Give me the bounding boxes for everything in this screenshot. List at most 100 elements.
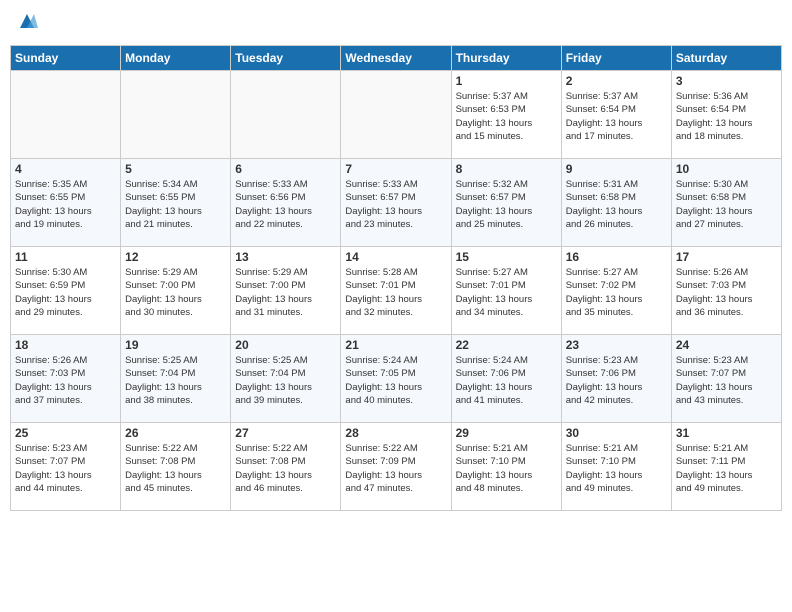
day-info: Sunrise: 5:23 AM Sunset: 7:06 PM Dayligh… [566,354,667,407]
day-number: 25 [15,426,116,440]
day-number: 23 [566,338,667,352]
day-info: Sunrise: 5:30 AM Sunset: 6:58 PM Dayligh… [676,178,777,231]
calendar-cell-w0-d6: 3Sunrise: 5:36 AM Sunset: 6:54 PM Daylig… [671,71,781,159]
day-number: 4 [15,162,116,176]
calendar-cell-w2-d2: 13 Sunrise: 5:29 AM Sunset: 7:00 PM Dayli… [231,247,341,335]
day-info: Sunrise: 5:30 AM Sunset: 6:59 PM Dayligh… [15,266,116,319]
day-number: 3 [676,74,777,88]
day-info: Sunrise: 5:33 AM Sunset: 6:57 PM Dayligh… [345,178,446,231]
day-info: Sunrise: 5:25 AM Sunset: 7:04 PM Dayligh… [125,354,226,407]
day-info: Sunrise: 5:27 AM Sunset: 7:02 PM Dayligh… [566,266,667,319]
day-info: Sunrise: 5:21 AM Sunset: 7:11 PM Dayligh… [676,442,777,495]
weekday-header-thursday: Thursday [451,46,561,71]
calendar-cell-w1-d1: 5 Sunrise: 5:34 AM Sunset: 6:55 PM Daylig… [121,159,231,247]
day-number: 28 [345,426,446,440]
day-info: Sunrise: 5:32 AM Sunset: 6:57 PM Dayligh… [456,178,557,231]
day-number: 10 [676,162,777,176]
day-info: Sunrise: 5:25 AM Sunset: 7:04 PM Dayligh… [235,354,336,407]
day-info: Sunrise: 5:24 AM Sunset: 7:05 PM Dayligh… [345,354,446,407]
day-info: Sunrise: 5:26 AM Sunset: 7:03 PM Dayligh… [15,354,116,407]
day-number: 22 [456,338,557,352]
day-number: 1 [456,74,557,88]
day-number: 26 [125,426,226,440]
logo [14,10,40,37]
day-number: 16 [566,250,667,264]
calendar-cell-w0-d3 [341,71,451,159]
calendar-cell-w3-d2: 20 Sunrise: 5:25 AM Sunset: 7:04 PM Dayli… [231,335,341,423]
day-info: Sunrise: 5:29 AM Sunset: 7:00 PM Dayligh… [235,266,336,319]
calendar-cell-w4-d4: 29 Sunrise: 5:21 AM Sunset: 7:10 PM Dayli… [451,423,561,511]
day-number: 27 [235,426,336,440]
day-number: 5 [125,162,226,176]
calendar-cell-w3-d6: 24 Sunrise: 5:23 AM Sunset: 7:07 PM Dayli… [671,335,781,423]
day-info: Sunrise: 5:33 AM Sunset: 6:56 PM Dayligh… [235,178,336,231]
calendar-cell-w0-d2 [231,71,341,159]
calendar-cell-w2-d1: 12Sunrise: 5:29 AM Sunset: 7:00 PM Dayli… [121,247,231,335]
calendar-cell-w0-d5: 2 Sunrise: 5:37 AM Sunset: 6:54 PM Daylig… [561,71,671,159]
calendar-cell-w1-d5: 9 Sunrise: 5:31 AM Sunset: 6:58 PM Daylig… [561,159,671,247]
day-number: 14 [345,250,446,264]
day-info: Sunrise: 5:22 AM Sunset: 7:08 PM Dayligh… [235,442,336,495]
day-info: Sunrise: 5:21 AM Sunset: 7:10 PM Dayligh… [566,442,667,495]
calendar-cell-w1-d3: 7 Sunrise: 5:33 AM Sunset: 6:57 PM Daylig… [341,159,451,247]
day-number: 24 [676,338,777,352]
day-info: Sunrise: 5:26 AM Sunset: 7:03 PM Dayligh… [676,266,777,319]
day-number: 18 [15,338,116,352]
day-info: Sunrise: 5:23 AM Sunset: 7:07 PM Dayligh… [15,442,116,495]
page-header [10,10,782,37]
calendar-cell-w0-d4: 1Sunrise: 5:37 AM Sunset: 6:53 PM Daylig… [451,71,561,159]
day-number: 2 [566,74,667,88]
day-info: Sunrise: 5:37 AM Sunset: 6:54 PM Dayligh… [566,90,667,143]
day-number: 7 [345,162,446,176]
weekday-header-sunday: Sunday [11,46,121,71]
day-number: 20 [235,338,336,352]
day-info: Sunrise: 5:23 AM Sunset: 7:07 PM Dayligh… [676,354,777,407]
day-number: 21 [345,338,446,352]
calendar-cell-w3-d5: 23 Sunrise: 5:23 AM Sunset: 7:06 PM Dayli… [561,335,671,423]
calendar-cell-w1-d0: 4Sunrise: 5:35 AM Sunset: 6:55 PM Daylig… [11,159,121,247]
calendar-cell-w1-d6: 10 Sunrise: 5:30 AM Sunset: 6:58 PM Dayli… [671,159,781,247]
calendar-table: SundayMondayTuesdayWednesdayThursdayFrid… [10,45,782,511]
day-info: Sunrise: 5:28 AM Sunset: 7:01 PM Dayligh… [345,266,446,319]
day-info: Sunrise: 5:22 AM Sunset: 7:09 PM Dayligh… [345,442,446,495]
day-number: 30 [566,426,667,440]
weekday-header-wednesday: Wednesday [341,46,451,71]
day-info: Sunrise: 5:31 AM Sunset: 6:58 PM Dayligh… [566,178,667,231]
calendar-cell-w3-d0: 18 Sunrise: 5:26 AM Sunset: 7:03 PM Dayli… [11,335,121,423]
day-info: Sunrise: 5:34 AM Sunset: 6:55 PM Dayligh… [125,178,226,231]
day-number: 6 [235,162,336,176]
calendar-cell-w3-d4: 22 Sunrise: 5:24 AM Sunset: 7:06 PM Dayli… [451,335,561,423]
day-info: Sunrise: 5:22 AM Sunset: 7:08 PM Dayligh… [125,442,226,495]
calendar-cell-w2-d0: 11 Sunrise: 5:30 AM Sunset: 6:59 PM Dayli… [11,247,121,335]
calendar-cell-w4-d1: 26 Sunrise: 5:22 AM Sunset: 7:08 PM Dayli… [121,423,231,511]
calendar-cell-w3-d1: 19 Sunrise: 5:25 AM Sunset: 7:04 PM Dayli… [121,335,231,423]
day-info: Sunrise: 5:21 AM Sunset: 7:10 PM Dayligh… [456,442,557,495]
day-number: 17 [676,250,777,264]
day-info: Sunrise: 5:27 AM Sunset: 7:01 PM Dayligh… [456,266,557,319]
calendar-cell-w0-d0 [11,71,121,159]
calendar-cell-w4-d0: 25 Sunrise: 5:23 AM Sunset: 7:07 PM Dayli… [11,423,121,511]
day-number: 9 [566,162,667,176]
day-number: 8 [456,162,557,176]
day-info: Sunrise: 5:24 AM Sunset: 7:06 PM Dayligh… [456,354,557,407]
calendar-cell-w4-d2: 27 Sunrise: 5:22 AM Sunset: 7:08 PM Dayli… [231,423,341,511]
day-number: 15 [456,250,557,264]
calendar-cell-w4-d3: 28 Sunrise: 5:22 AM Sunset: 7:09 PM Dayli… [341,423,451,511]
calendar-cell-w2-d4: 15 Sunrise: 5:27 AM Sunset: 7:01 PM Dayli… [451,247,561,335]
calendar-cell-w2-d3: 14 Sunrise: 5:28 AM Sunset: 7:01 PM Dayli… [341,247,451,335]
weekday-header-monday: Monday [121,46,231,71]
calendar-cell-w4-d5: 30 Sunrise: 5:21 AM Sunset: 7:10 PM Dayli… [561,423,671,511]
day-number: 11 [15,250,116,264]
day-number: 19 [125,338,226,352]
day-number: 13 [235,250,336,264]
weekday-header-saturday: Saturday [671,46,781,71]
calendar-cell-w2-d5: 16 Sunrise: 5:27 AM Sunset: 7:02 PM Dayli… [561,247,671,335]
calendar-cell-w0-d1 [121,71,231,159]
logo-icon [16,10,38,32]
calendar-cell-w1-d4: 8 Sunrise: 5:32 AM Sunset: 6:57 PM Daylig… [451,159,561,247]
calendar-cell-w3-d3: 21 Sunrise: 5:24 AM Sunset: 7:05 PM Dayli… [341,335,451,423]
weekday-header-friday: Friday [561,46,671,71]
day-number: 29 [456,426,557,440]
calendar-cell-w2-d6: 17 Sunrise: 5:26 AM Sunset: 7:03 PM Dayli… [671,247,781,335]
weekday-header-tuesday: Tuesday [231,46,341,71]
